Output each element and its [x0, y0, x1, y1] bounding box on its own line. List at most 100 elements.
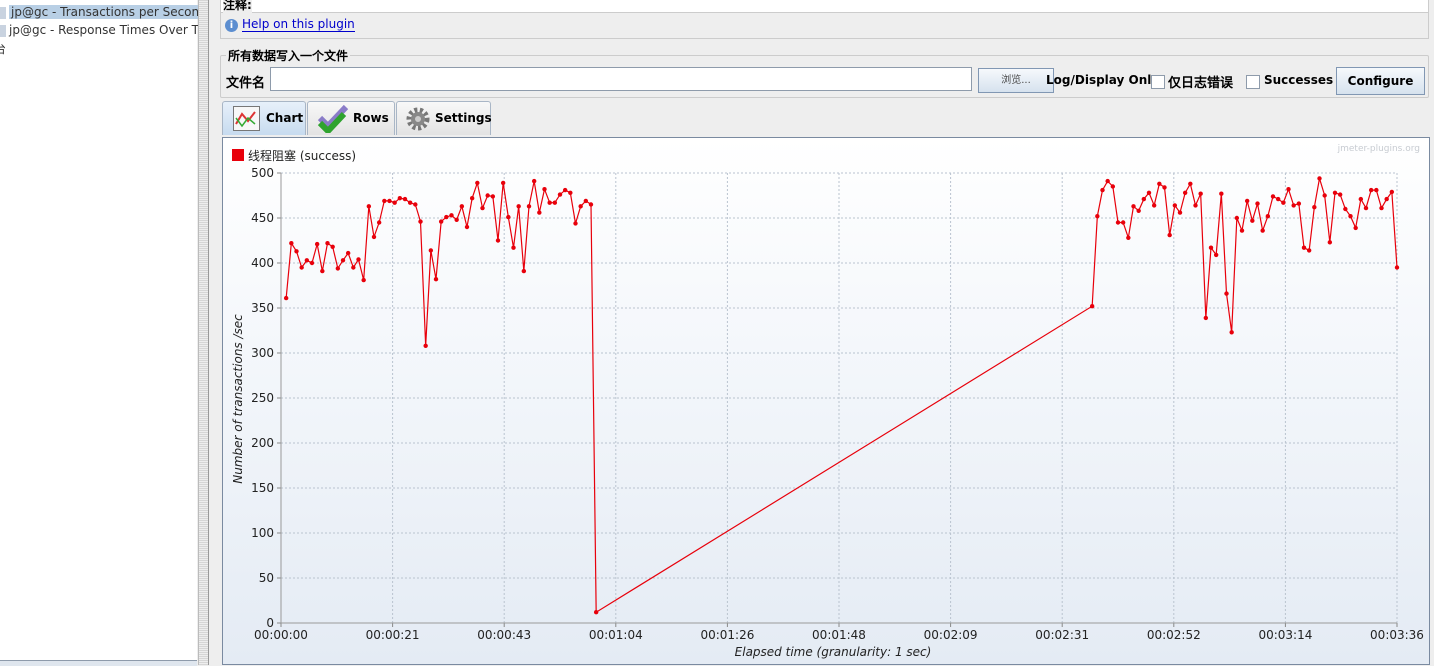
gear-icon — [406, 107, 430, 131]
data-point — [1089, 304, 1095, 309]
configure-button[interactable]: Configure — [1336, 67, 1425, 95]
data-point — [1193, 203, 1198, 208]
data-point — [1374, 187, 1379, 193]
data-point — [1136, 208, 1141, 213]
test-plan-tree[interactable]: jp@gc - Transactions per Second jp@gc - … — [0, 0, 214, 666]
data-point — [1322, 193, 1327, 198]
filename-label: 文件名 — [226, 76, 266, 91]
tree-item-transactions-per-second[interactable]: jp@gc - Transactions per Second — [0, 3, 209, 21]
tab-label: Chart — [266, 111, 304, 125]
data-point — [1126, 235, 1131, 240]
tab-settings[interactable]: Settings — [396, 101, 492, 135]
data-point — [1275, 196, 1281, 202]
data-point — [325, 241, 330, 246]
data-point — [475, 180, 480, 186]
data-point — [1208, 245, 1214, 250]
data-point — [1250, 218, 1255, 223]
horizontal-scrollbar[interactable] — [0, 660, 197, 666]
successes-label: Successes — [1264, 73, 1334, 87]
data-point — [1219, 191, 1224, 196]
errors-only-checkbox[interactable] — [1151, 75, 1165, 89]
data-point — [356, 257, 361, 262]
chart-icon — [233, 106, 260, 131]
y-tick-label: 500 — [251, 166, 274, 180]
data-point — [366, 204, 372, 209]
tree-item-label: jp@gc - Transactions per Second — [9, 5, 209, 19]
data-point — [464, 224, 470, 230]
data-point — [304, 258, 310, 263]
data-point — [593, 610, 599, 615]
data-point — [299, 265, 304, 270]
watermark: jmeter-plugins.org — [1337, 144, 1420, 154]
data-point — [1141, 196, 1147, 202]
data-point — [1286, 187, 1291, 192]
data-point — [1306, 248, 1312, 253]
tab-label: Settings — [435, 111, 492, 125]
data-point — [376, 220, 382, 225]
data-point — [1177, 210, 1183, 215]
data-point — [1337, 192, 1343, 197]
file-section: 所有数据写入一个文件 文件名 浏览... Log/Display Only: 仅… — [220, 47, 1429, 98]
info-icon: i — [225, 19, 238, 32]
successes-checkbox[interactable] — [1246, 75, 1260, 89]
listener-icon — [0, 6, 6, 19]
data-point — [1353, 225, 1358, 231]
data-point — [1317, 176, 1322, 181]
y-tick-label: 100 — [251, 526, 274, 540]
tree-item-other[interactable]: 台 — [0, 40, 6, 58]
data-point — [1131, 204, 1136, 209]
data-point — [1332, 190, 1338, 195]
data-point — [469, 196, 475, 201]
tree-item-response-times[interactable]: jp@gc - Response Times Over Tim — [0, 21, 214, 39]
data-point — [562, 187, 568, 193]
legend-swatch — [232, 149, 244, 161]
data-point — [1281, 200, 1286, 205]
filename-input[interactable] — [270, 67, 972, 91]
listener-icon — [0, 24, 6, 37]
browse-button[interactable]: 浏览... — [978, 68, 1054, 93]
data-point — [537, 210, 542, 215]
data-point — [392, 200, 397, 205]
data-point — [1110, 184, 1116, 189]
y-tick-label: 50 — [259, 571, 274, 585]
y-tick-label: 150 — [251, 481, 274, 495]
data-point — [1239, 228, 1245, 233]
data-point — [1343, 206, 1348, 212]
tab-chart[interactable]: Chart — [222, 101, 306, 135]
data-point — [1312, 205, 1317, 210]
chart: 05010015020025030035040045050000:00:00 00… — [231, 144, 1424, 659]
data-point — [397, 196, 403, 201]
data-point — [1151, 203, 1157, 208]
data-point — [1095, 214, 1100, 219]
data-point — [423, 343, 428, 348]
help-link[interactable]: Help on this plugin — [242, 17, 355, 32]
data-point — [1172, 203, 1178, 208]
data-point — [433, 277, 439, 282]
data-point — [578, 204, 583, 209]
data-point — [516, 204, 521, 209]
chart-panel: 0 50 100 150 200 250 300 350 400 450 500 00:00:00 00… — [222, 137, 1430, 665]
tab-label: Rows — [353, 111, 389, 125]
data-point — [1188, 181, 1193, 186]
tab-rows[interactable]: Rows — [307, 101, 395, 135]
y-tick-label: 200 — [251, 436, 274, 450]
data-point — [418, 219, 423, 224]
data-point — [552, 200, 558, 205]
data-point — [1368, 187, 1374, 193]
data-point — [573, 221, 578, 226]
tree-item-label: 台 — [0, 42, 7, 56]
x-tick-label: 00:02:52 — [1147, 628, 1201, 642]
data-point — [1301, 245, 1307, 250]
data-point — [1157, 181, 1162, 186]
data-point — [511, 245, 516, 250]
data-point — [382, 198, 387, 204]
data-point — [428, 248, 434, 253]
data-point — [283, 295, 289, 301]
data-point — [459, 204, 465, 209]
data-point — [1115, 220, 1121, 225]
data-point — [1162, 185, 1167, 190]
legend-label: 线程阻塞 (success) — [248, 148, 356, 163]
data-point — [454, 217, 459, 222]
data-point — [531, 178, 537, 184]
data-point — [485, 193, 490, 198]
